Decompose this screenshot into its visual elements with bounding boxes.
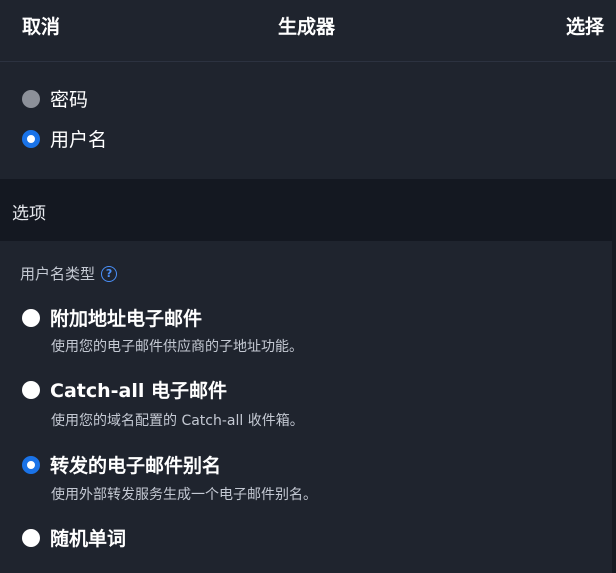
scrolled-section-label-fragment (20, 56, 170, 62)
radio-selected-icon (22, 455, 40, 474)
radio-option-random-word[interactable]: 随机单词 (22, 524, 126, 551)
radio-unselected-icon (22, 528, 40, 547)
radio-label-catch-all-email: Catch-all 电子邮件 (50, 380, 227, 402)
radio-unselected-icon (22, 380, 40, 399)
generate-type-group: 密码 用户名 (0, 63, 616, 179)
radio-selected-icon (22, 129, 40, 148)
help-circle-icon[interactable]: ? (101, 265, 118, 282)
radio-label-random-word: 随机单词 (50, 528, 127, 550)
top-nav-bar: 取消 生成器 选择 (0, 0, 616, 62)
radio-label-forwarded-email-alias: 转发的电子邮件别名 (50, 455, 222, 477)
username-type-label: 用户名类型 ? (20, 263, 118, 284)
radio-label-plus-addressed-email: 附加地址电子邮件 (50, 308, 203, 330)
radio-label-username: 用户名 (50, 129, 108, 151)
page-title: 生成器 (278, 16, 336, 38)
radio-unselected-icon (22, 308, 40, 327)
options-section-title: 选项 (12, 204, 46, 224)
radio-option-plus-addressed-email[interactable]: 附加地址电子邮件 (22, 304, 202, 331)
options-section-header: 选项 (0, 179, 616, 241)
cancel-button[interactable]: 取消 (22, 12, 60, 39)
radio-description-plus-addressed-email: 使用您的电子邮件供应商的子地址功能。 (51, 339, 303, 355)
radio-option-catch-all-email[interactable]: Catch-all 电子邮件 (22, 376, 227, 403)
radio-option-forwarded-email-alias[interactable]: 转发的电子邮件别名 (22, 451, 221, 478)
radio-unselected-icon (22, 89, 40, 108)
radio-option-username[interactable]: 用户名 (22, 125, 107, 152)
select-button[interactable]: 选择 (566, 12, 604, 39)
radio-description-catch-all-email: 使用您的域名配置的 Catch-all 收件箱。 (51, 413, 304, 429)
scroll-edge (612, 190, 616, 573)
radio-option-password[interactable]: 密码 (22, 85, 88, 112)
radio-description-forwarded-email-alias: 使用外部转发服务生成一个电子邮件别名。 (51, 487, 317, 503)
username-type-text: 用户名类型 (20, 265, 96, 283)
radio-label-password: 密码 (50, 89, 89, 111)
